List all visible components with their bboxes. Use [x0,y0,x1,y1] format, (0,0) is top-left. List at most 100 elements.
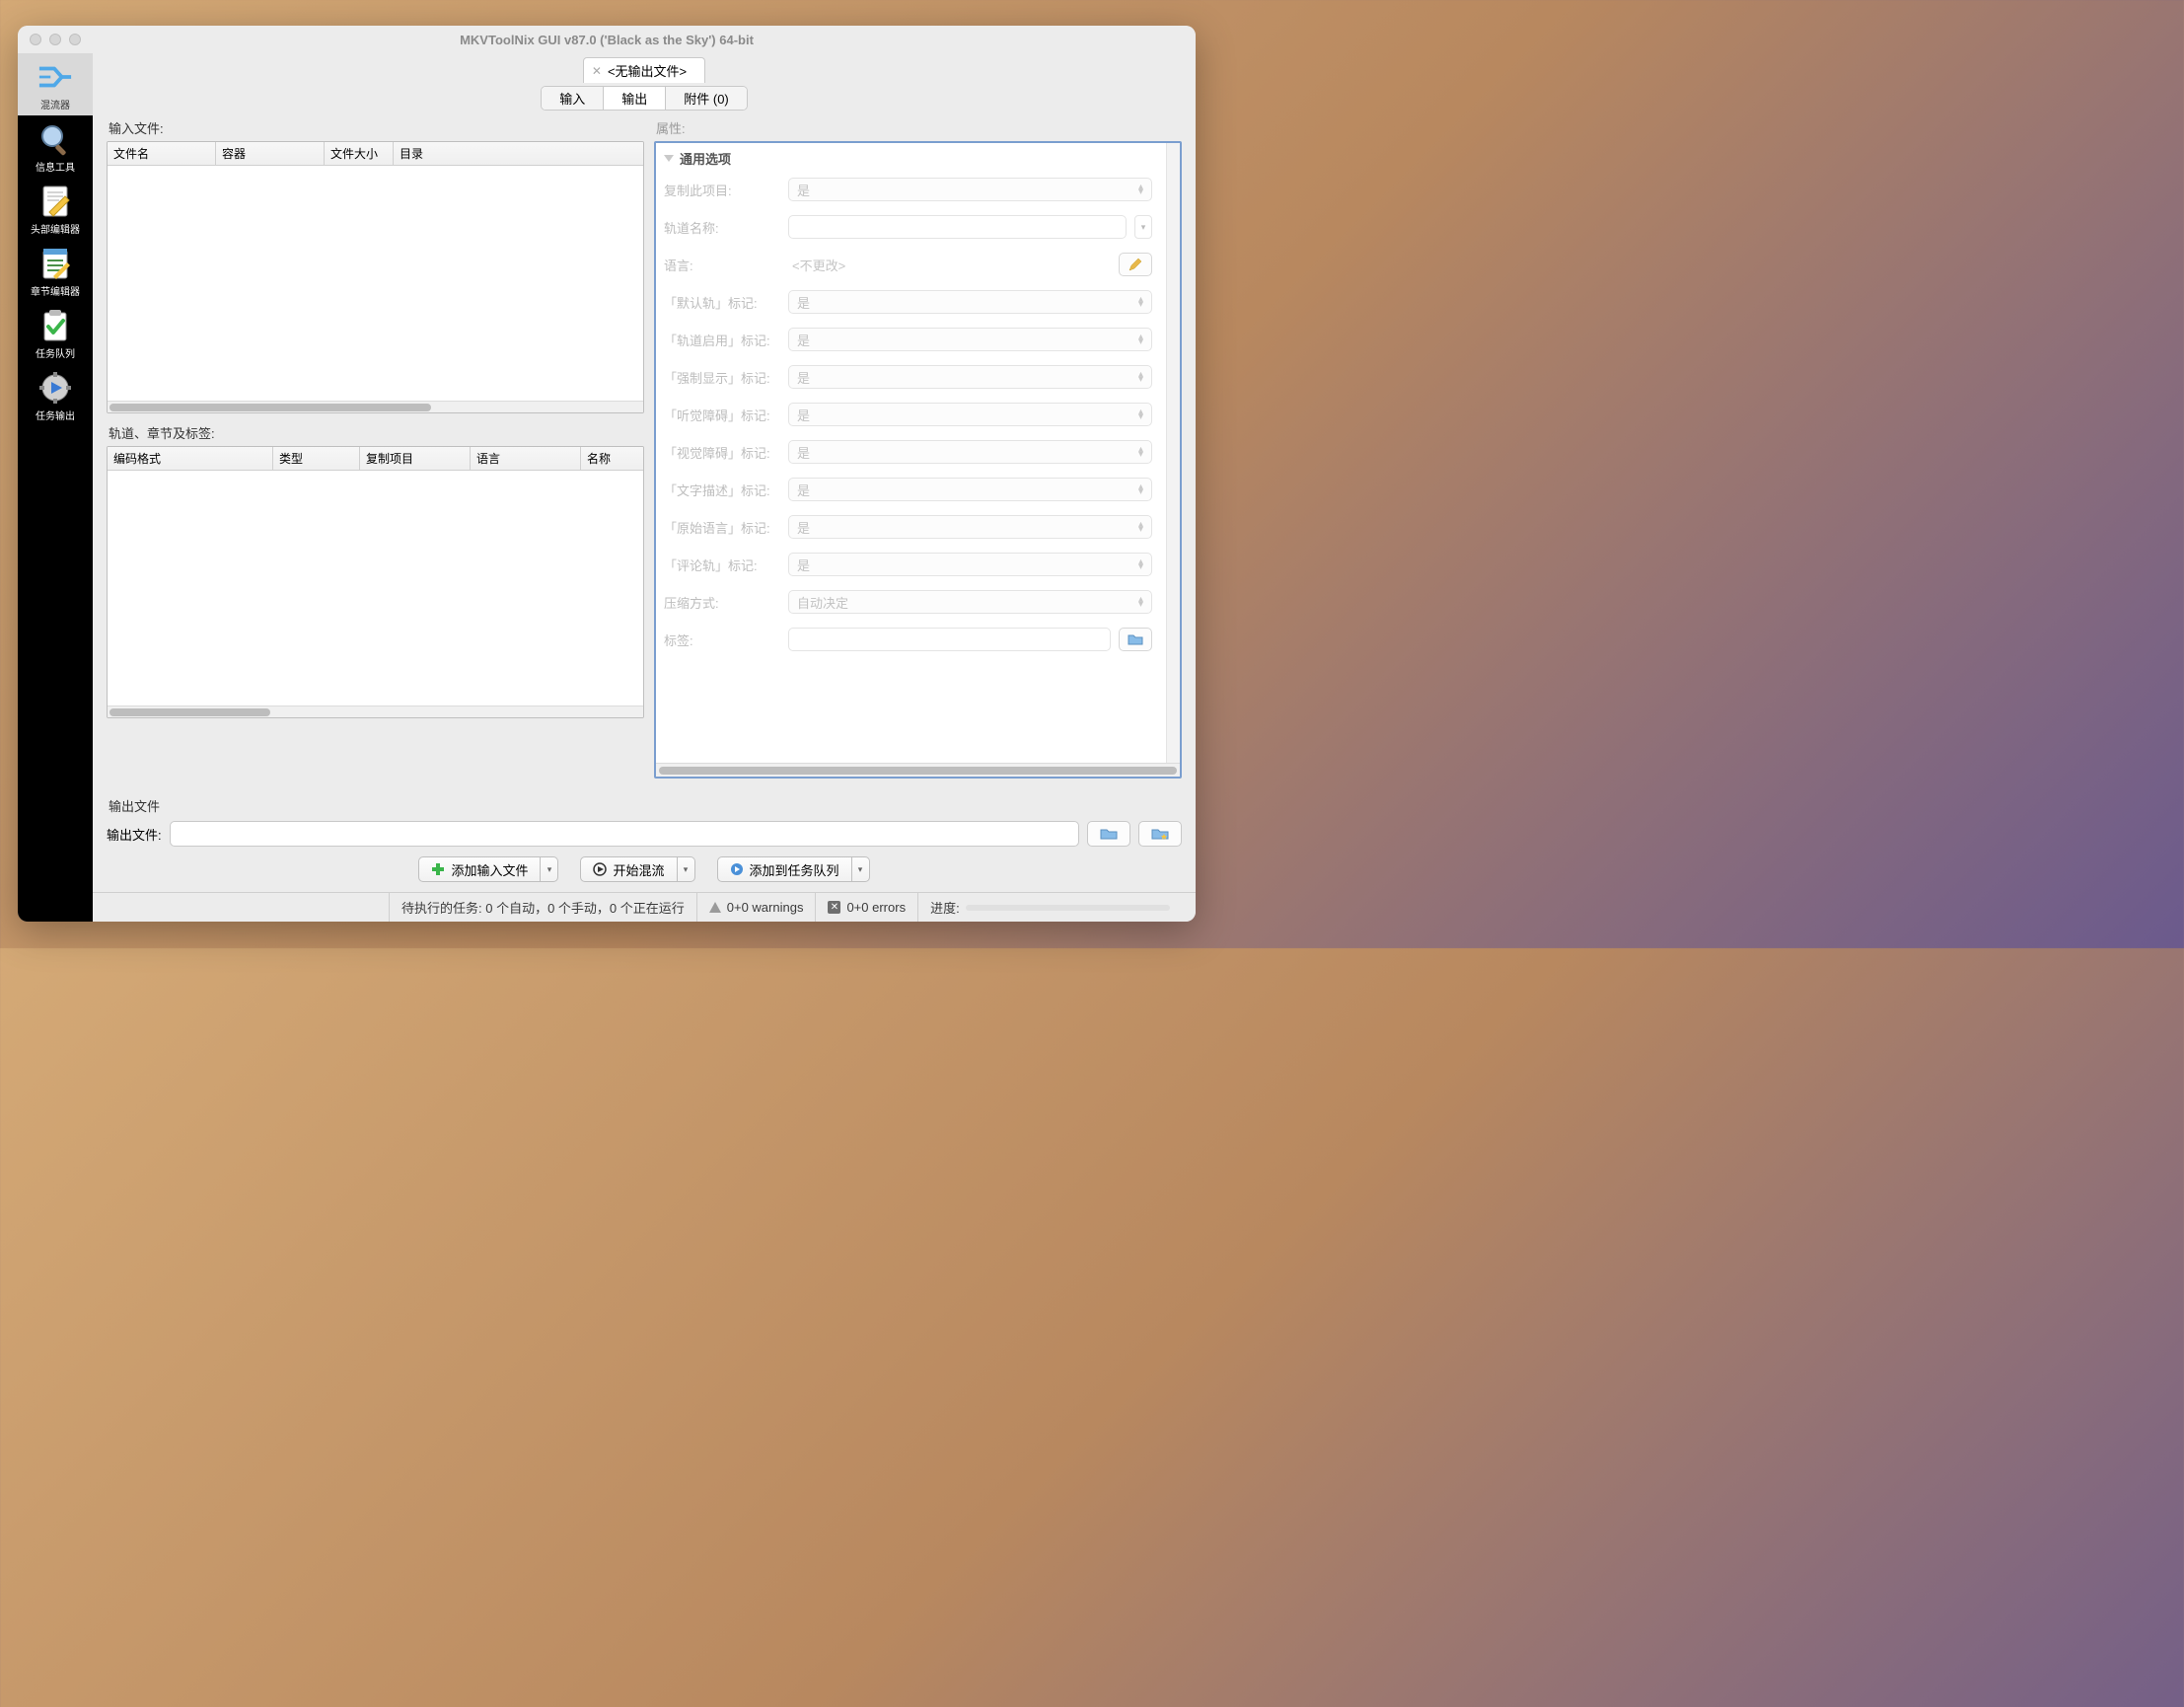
row-lang: 语言: <不更改> [664,253,1152,276]
browse-tags-button[interactable] [1119,628,1152,651]
queue-icon [37,308,73,343]
browse-output-button[interactable] [1087,821,1130,847]
add-queue-button[interactable]: 添加到任务队列 [717,856,852,882]
tracks-hscroll[interactable] [108,705,643,717]
sidebar-label: 任务输出 [36,408,75,422]
lbl-copy: 复制此项目: [664,181,780,199]
main-area: ✕ <无输出文件> 输入 输出 附件 (0) 输入文件: 文件名 [93,53,1196,922]
output-row: 输出文件: [107,821,1182,847]
col-size[interactable]: 文件大小 [325,142,394,165]
group-general[interactable]: 通用选项 [664,149,1152,168]
warning-icon [709,902,721,913]
combo-default[interactable]: 是▴▾ [788,290,1152,314]
status-jobs[interactable]: 待执行的任务: 0 个自动，0 个手动，0 个正在运行 [389,893,696,922]
properties-hscroll[interactable] [656,763,1180,777]
output-section-label: 输出文件 [109,796,1182,815]
col-container[interactable]: 容器 [216,142,325,165]
lbl-default: 「默认轨」标记: [664,293,780,312]
start-mux-dropdown[interactable]: ▾ [678,856,695,882]
sidebar-item-job-output[interactable]: 任务输出 [18,364,93,426]
lbl-tags: 标签: [664,631,780,649]
progress-bar [966,905,1170,911]
value-lang: <不更改> [788,256,1111,274]
row-compression: 压缩方式: 自动决定▴▾ [664,590,1152,614]
combo-enabled[interactable]: 是▴▾ [788,328,1152,351]
col-copy[interactable]: 复制项目 [360,447,471,470]
output-file-label: 输出文件: [107,825,162,844]
input-files-list[interactable]: 文件名 容器 文件大小 目录 [107,141,644,413]
tab-input[interactable]: 输入 [542,87,604,110]
col-name[interactable]: 名称 [581,447,643,470]
input-trackname[interactable] [788,215,1127,239]
start-mux-button[interactable]: 开始混流 [580,856,677,882]
tracks-body[interactable] [108,471,643,705]
col-codec[interactable]: 编码格式 [108,447,273,470]
combo-origlang[interactable]: 是▴▾ [788,515,1152,539]
combo-copy[interactable]: 是▴▾ [788,178,1152,201]
tracks-list[interactable]: 编码格式 类型 复制项目 语言 名称 [107,446,644,718]
combo-compression[interactable]: 自动决定▴▾ [788,590,1152,614]
status-bar: 待执行的任务: 0 个自动，0 个手动，0 个正在运行 0+0 warnings… [93,892,1196,922]
trackname-dropdown-button[interactable]: ▾ [1134,215,1152,239]
input-files-hscroll[interactable] [108,401,643,412]
col-lang[interactable]: 语言 [471,447,581,470]
status-warnings[interactable]: 0+0 warnings [696,893,816,922]
add-queue-dropdown[interactable]: ▾ [852,856,870,882]
pencil-icon [1128,257,1143,272]
close-tab-icon[interactable]: ✕ [592,64,602,78]
tab-attachments[interactable]: 附件 (0) [666,87,747,110]
combo-forced[interactable]: 是▴▾ [788,365,1152,389]
folder-open-icon [1128,632,1143,646]
action-row: 添加输入文件 ▾ 开始混流 ▾ 添加到任务队 [107,856,1182,892]
row-visual: 「视觉障碍」标记: 是▴▾ [664,440,1152,464]
chevron-updown-icon: ▴▾ [1138,334,1143,344]
disclosure-triangle-icon [664,155,674,162]
col-type[interactable]: 类型 [273,447,360,470]
right-column: 属性: 通用选项 复制此项目: 是▴▾ [654,112,1182,779]
col-dir[interactable]: 目录 [394,142,643,165]
chevron-updown-icon: ▴▾ [1138,522,1143,532]
input-tags[interactable] [788,628,1111,651]
lbl-forced: 「强制显示」标记: [664,368,780,387]
add-files-button[interactable]: 添加输入文件 [418,856,541,882]
status-errors[interactable]: ✕ 0+0 errors [815,893,917,922]
mux-icon [37,59,73,95]
chapter-icon [37,246,73,281]
combo-commentary[interactable]: 是▴▾ [788,553,1152,576]
sidebar-item-mux[interactable]: 混流器 [18,53,93,115]
gear-play-icon [37,370,73,406]
sidebar-item-header-editor[interactable]: 头部编辑器 [18,178,93,240]
input-files-header: 文件名 容器 文件大小 目录 [108,142,643,166]
combo-visual[interactable]: 是▴▾ [788,440,1152,464]
recent-output-button[interactable] [1138,821,1182,847]
lbl-lang: 语言: [664,256,780,274]
sidebar: 混流器 信息工具 头部编辑器 章节编辑器 [18,53,93,922]
properties-inner[interactable]: 通用选项 复制此项目: 是▴▾ 轨道名称: ▾ [656,143,1166,763]
combo-textdesc[interactable]: 是▴▾ [788,478,1152,501]
tracks-header: 编码格式 类型 复制项目 语言 名称 [108,447,643,471]
sidebar-item-info[interactable]: 信息工具 [18,115,93,178]
col-filename[interactable]: 文件名 [108,142,216,165]
output-file-input[interactable] [170,821,1079,847]
lbl-origlang: 「原始语言」标记: [664,518,780,537]
add-files-dropdown[interactable]: ▾ [541,856,558,882]
sidebar-item-job-queue[interactable]: 任务队列 [18,302,93,364]
magnifier-icon [37,121,73,157]
sidebar-label: 任务队列 [36,345,75,360]
chevron-updown-icon: ▴▾ [1138,185,1143,194]
sidebar-item-chapter-editor[interactable]: 章节编辑器 [18,240,93,302]
properties-panel: 通用选项 复制此项目: 是▴▾ 轨道名称: ▾ [654,141,1182,779]
input-files-body[interactable] [108,166,643,401]
edit-language-button[interactable] [1119,253,1152,276]
combo-hearing[interactable]: 是▴▾ [788,403,1152,426]
row-tags: 标签: [664,628,1152,651]
window-body: 混流器 信息工具 头部编辑器 章节编辑器 [18,53,1196,922]
chevron-updown-icon: ▴▾ [1138,372,1143,382]
properties-vscroll[interactable] [1166,143,1180,763]
document-tab[interactable]: ✕ <无输出文件> [583,57,705,83]
status-progress: 进度: [917,893,1196,922]
input-files-label: 输入文件: [109,118,644,137]
lbl-commentary: 「评论轨」标记: [664,556,780,574]
lbl-hearing: 「听觉障碍」标记: [664,406,780,424]
tab-output[interactable]: 输出 [604,87,666,110]
